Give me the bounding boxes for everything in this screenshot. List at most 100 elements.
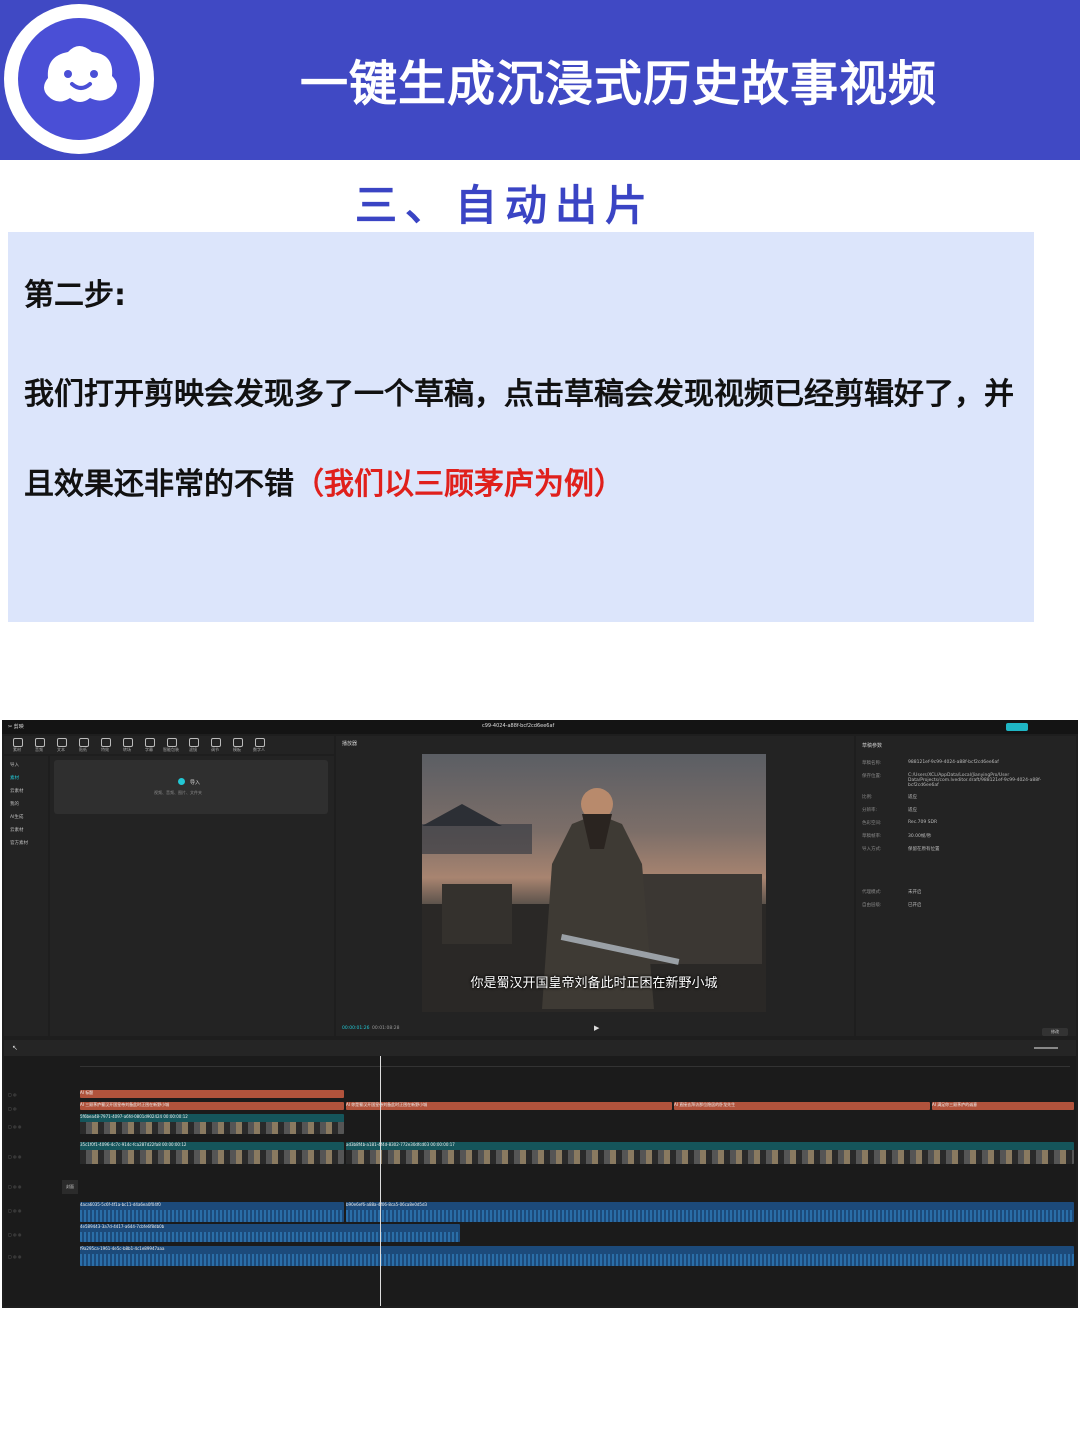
toolbar-label: 调节 xyxy=(211,747,219,752)
toolbar-icon xyxy=(123,738,133,747)
toolbar-icon xyxy=(79,738,89,747)
filmstrip xyxy=(80,1150,344,1164)
video-frame[interactable]: 你是蜀汉开国皇帝刘备此时正困在新野小城 xyxy=(422,754,766,1012)
clip-label: AI 三顾茅庐蜀汉开国皇帝刘备此时正困在新野小城 xyxy=(80,1102,170,1107)
property-row: 分辨率: 适应 xyxy=(862,807,1072,815)
text-clip-title[interactable]: AI 标题 xyxy=(80,1090,344,1098)
toolbar-icon xyxy=(145,738,155,747)
audio-clip[interactable]: f9a295ca-1961-4e5c-b8b1-4c1e89947aaa xyxy=(80,1246,1074,1266)
property-key: 代理模式: xyxy=(862,890,882,895)
import-dropzone[interactable]: 导入 视频、音频、图片、文件夹 xyxy=(54,760,328,814)
toolbar-item[interactable]: 智能包装 xyxy=(162,738,180,752)
toolbar-item[interactable]: 贴纸 xyxy=(74,738,92,752)
audio-clip[interactable]: 4aca6035-5c6f-4f1a-bc11-d4a6ea0f04f0 xyxy=(80,1202,344,1222)
playhead[interactable] xyxy=(380,1056,381,1306)
sidenav-item[interactable]: 云素材 xyxy=(10,827,44,835)
sidenav-item[interactable]: 素材 xyxy=(10,775,44,783)
toolbar-icon xyxy=(167,738,177,747)
property-row: 代理模式: 未开启 xyxy=(862,889,1072,897)
clip-label: f9a295ca-1961-4e5c-b8b1-4c1e89947aaa xyxy=(80,1246,165,1251)
toolbar-item[interactable]: 文本 xyxy=(52,738,70,752)
toolbar-item[interactable]: 字幕 xyxy=(140,738,158,752)
toolbar-item[interactable]: 特效 xyxy=(96,738,114,752)
sidenav-item[interactable]: 导入 xyxy=(10,762,44,770)
toolbar-label: 特效 xyxy=(101,747,109,752)
clip-label: b90e6ef6-a88a-4f06-8ca5-06ca8e0d5d3 xyxy=(346,1202,428,1207)
video-clip[interactable]: 35c1f0f1-4096-4c7c-914c-fca287d22fa8 00:… xyxy=(80,1142,344,1164)
select-tool-icon[interactable]: ↖ xyxy=(12,1044,18,1052)
toolbar-item[interactable]: 调节 xyxy=(206,738,224,752)
audio-clip[interactable]: b90e6ef6-a88a-4f06-8ca5-06ca8e0d5d3 xyxy=(346,1202,1074,1222)
toolbar-icon xyxy=(233,738,243,747)
clip-label: AI 满足你三顾茅庐的诚意 xyxy=(932,1102,978,1107)
toolbar-item[interactable]: 素材 xyxy=(8,738,26,752)
property-key: 导入方式: xyxy=(862,847,882,852)
property-value: 适应 xyxy=(908,808,917,813)
plus-icon xyxy=(178,778,185,785)
property-row: 导入方式: 保留在原有位置 xyxy=(862,846,1072,854)
waveform xyxy=(80,1232,460,1242)
toolbar-label: 素材 xyxy=(13,747,21,752)
toolbar-label: 智能包装 xyxy=(163,747,179,752)
property-value: 30.00帧/秒 xyxy=(908,834,932,839)
clip-label: AI 标题 xyxy=(80,1090,94,1095)
waveform xyxy=(80,1210,344,1222)
export-button[interactable] xyxy=(1006,723,1028,731)
section-title: 三、自动出片 xyxy=(355,181,656,230)
property-key: 比例: xyxy=(862,795,873,800)
media-toolbar: 素材 音频 文本 贴纸 特效 转场 字幕 智能包装 滤镜 调节 模板 数字人 xyxy=(4,736,334,754)
filmstrip xyxy=(80,1122,344,1134)
player-title: 播放器 xyxy=(342,741,358,747)
import-hint: 视频、音频、图片、文件夹 xyxy=(154,790,202,795)
property-key: 分辨率: xyxy=(862,808,878,813)
toolbar-label: 模板 xyxy=(233,747,241,752)
timeline: ▢ ◎ ▢ ◎ ▢ ◎ ◎ ▢ ◎ ◎ ▢ ◎ ◎ 封面 ▢ ◎ ◎ ▢ ◎ ◎… xyxy=(4,1056,1076,1306)
text-clip[interactable]: AI 你是蜀汉开国皇帝刘备此时正困在新野小城 xyxy=(346,1102,672,1110)
timeline-toolbar: ↖ xyxy=(4,1040,1076,1056)
clip-label: 5f6bea48-7971-4097-a6fd-0801d902424 00:0… xyxy=(80,1114,188,1119)
zoom-slider[interactable] xyxy=(1034,1047,1058,1049)
editor-screenshot: ✂ 剪映 c99-4024-a88f-bcf2cd6ee6af 素材 音频 文本 贴纸… xyxy=(2,720,1078,1308)
play-icon[interactable]: ▶ xyxy=(594,1024,599,1032)
text-clip[interactable]: AI 直接去拜访那位隐居的卧龙先生 xyxy=(674,1102,930,1110)
video-clip[interactable]: 5f6bea48-7971-4097-a6fd-0801d902424 00:0… xyxy=(80,1114,344,1134)
toolbar-label: 文本 xyxy=(57,747,65,752)
current-time: 00:00:01:26 xyxy=(342,1026,370,1031)
toolbar-icon xyxy=(57,738,67,747)
toolbar-item[interactable]: 转场 xyxy=(118,738,136,752)
instruction-highlight: （我们以三顾茅庐为例） xyxy=(294,467,624,502)
import-label: 导入 xyxy=(190,780,201,786)
toolbar-item[interactable]: 音频 xyxy=(30,738,48,752)
text-clip[interactable]: AI 三顾茅庐蜀汉开国皇帝刘备此时正困在新野小城 xyxy=(80,1102,344,1110)
logo xyxy=(4,4,154,154)
toolbar-label: 音频 xyxy=(35,747,43,752)
sidenav-item[interactable]: AI生成 xyxy=(10,814,44,822)
clip-label: 4aca6035-5c6f-4f1a-bc11-d4a6ea0f04f0 xyxy=(80,1202,161,1207)
clip-label: 35c1f0f1-4096-4c7c-914c-fca287d22fa8 00:… xyxy=(80,1142,187,1147)
clip-label: AI 直接去拜访那位隐居的卧龙先生 xyxy=(674,1102,736,1107)
draft-properties-panel: 草稿参数 修改 草稿名称: 988121ef-9c99-4024-a88f-bcf… xyxy=(856,736,1076,1036)
sidenav-item[interactable]: 官方素材 xyxy=(10,840,44,848)
waveform xyxy=(80,1254,1074,1266)
text-clip[interactable]: AI 满足你三顾茅庐的诚意 xyxy=(932,1102,1074,1110)
video-clip[interactable]: ad3b8f4b-a181-4f4d-8302-772e30dfcd03 00:… xyxy=(346,1142,1074,1164)
window-title: c99-4024-a88f-bcf2cd6ee6af xyxy=(482,723,555,729)
clip-label: ad3b8f4b-a181-4f4d-8302-772e30dfcd03 00:… xyxy=(346,1142,455,1147)
property-value: 未开启 xyxy=(908,890,922,895)
cover-button[interactable]: 封面 xyxy=(62,1180,78,1194)
toolbar-item[interactable]: 滤镜 xyxy=(184,738,202,752)
property-key: 草稿名称: xyxy=(862,761,882,766)
toolbar-item[interactable]: 数字人 xyxy=(250,738,268,752)
sidenav-item[interactable]: 云素材 xyxy=(10,788,44,796)
sidenav-item[interactable]: 我的 xyxy=(10,801,44,809)
toolbar-item[interactable]: 模板 xyxy=(228,738,246,752)
filmstrip xyxy=(346,1150,1074,1164)
toolbar-label: 转场 xyxy=(123,747,131,752)
player-panel: 播放器 你是蜀汉开国皇帝刘备此时正困在新野小城 00:00:01:26 00:0… xyxy=(336,736,854,1036)
modify-button[interactable]: 修改 xyxy=(1042,1028,1068,1036)
property-row: 草稿名称: 988121ef-9c99-4024-a88f-bcf2cd6ee6a… xyxy=(862,760,1072,768)
audio-clip[interactable]: 4e589443-3a7d-4417-a644-7cbfe6f8db0b xyxy=(80,1224,460,1242)
toolbar-label: 贴纸 xyxy=(79,747,87,752)
step-label: 第二步: xyxy=(24,278,126,313)
toolbar-icon xyxy=(13,738,23,747)
